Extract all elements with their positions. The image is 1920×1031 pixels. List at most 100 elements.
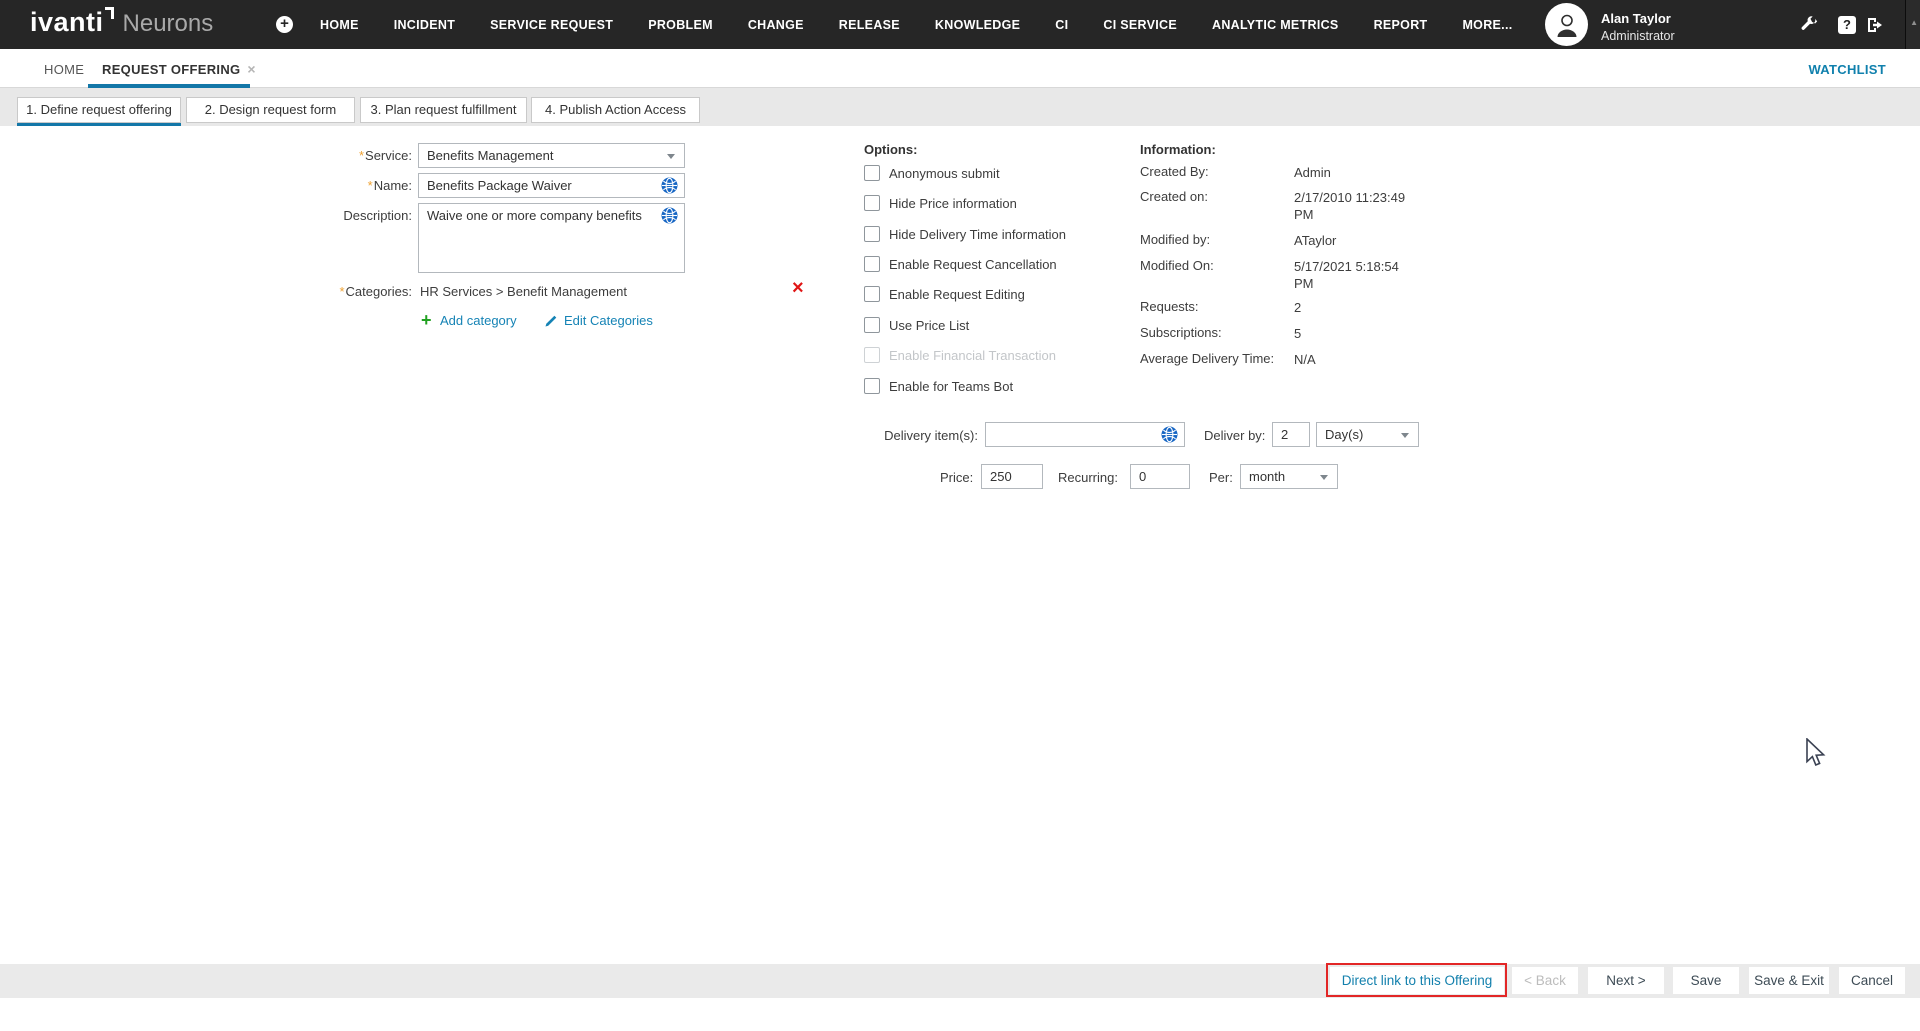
categories-value: HR Services > Benefit Management	[420, 284, 627, 299]
step-tab-design[interactable]: 2. Design request form	[186, 97, 355, 123]
name-label-text: Name:	[374, 178, 412, 193]
chevron-down-icon[interactable]	[1320, 475, 1328, 480]
scroll-up-icon[interactable]: ▲	[1910, 18, 1918, 27]
edit-pencil-icon[interactable]	[544, 314, 558, 328]
nav-home[interactable]: HOME	[320, 18, 359, 32]
nav-service-request[interactable]: SERVICE REQUEST	[490, 18, 613, 32]
add-category-plus-icon[interactable]: +	[421, 311, 432, 329]
brand-ivanti: ivanti	[30, 7, 104, 38]
categories-label-text: Categories:	[346, 284, 412, 299]
required-marker: *	[359, 148, 364, 163]
description-label-text: Description:	[343, 208, 412, 223]
recurring-input[interactable]	[1130, 464, 1190, 489]
info-created-by-label: Created By:	[1140, 164, 1209, 179]
option-anonymous-submit: Anonymous submit	[864, 165, 1000, 181]
information-title: Information:	[1140, 142, 1216, 157]
translate-globe-icon[interactable]	[661, 177, 678, 194]
scrollbar-track[interactable]: ▲	[1905, 0, 1920, 49]
delivery-items-label: Delivery item(s):	[838, 428, 978, 443]
close-icon[interactable]: ×	[247, 61, 255, 77]
delivery-items-input[interactable]	[985, 422, 1185, 447]
option-label: Enable Request Editing	[889, 287, 1025, 302]
description-value: Waive one or more company benefits	[427, 208, 642, 223]
nav-more[interactable]: MORE...	[1462, 18, 1512, 32]
option-financial-transaction: Enable Financial Transaction	[864, 347, 1056, 363]
chevron-down-icon[interactable]	[1401, 433, 1409, 438]
info-modified-by-value: ATaylor	[1294, 232, 1429, 249]
option-hide-price: Hide Price information	[864, 195, 1017, 211]
checkbox[interactable]	[864, 378, 880, 394]
cancel-button[interactable]: Cancel	[1839, 967, 1905, 994]
tab-request-offering[interactable]: REQUEST OFFERING ×	[102, 61, 256, 77]
step-tab-publish[interactable]: 4. Publish Action Access	[531, 97, 700, 123]
price-input[interactable]	[981, 464, 1043, 489]
app-window: ivanti Neurons + HOME INCIDENT SERVICE R…	[0, 0, 1920, 1031]
step-tab-define[interactable]: 1. Define request offering	[17, 97, 181, 123]
name-label: *Name:	[272, 178, 412, 193]
user-avatar[interactable]	[1545, 3, 1588, 46]
per-dropdown[interactable]: month	[1240, 464, 1338, 489]
tab-request-offering-label: REQUEST OFFERING	[102, 62, 240, 77]
remove-category-icon[interactable]: ×	[792, 278, 804, 298]
options-title: Options:	[864, 142, 917, 157]
info-modified-on-value: 5/17/2021 5:18:54 PM	[1294, 258, 1416, 292]
add-workspace-icon[interactable]: +	[276, 16, 293, 33]
option-label: Anonymous submit	[889, 166, 1000, 181]
deliver-unit-dropdown[interactable]: Day(s)	[1316, 422, 1419, 447]
help-icon[interactable]: ?	[1838, 16, 1856, 34]
workspace-tab-bar: HOME REQUEST OFFERING × WATCHLIST	[0, 49, 1920, 88]
service-label: *Service:	[272, 148, 412, 163]
service-dropdown[interactable]: Benefits Management	[418, 143, 685, 168]
save-button[interactable]: Save	[1673, 967, 1739, 994]
translate-globe-icon[interactable]	[1161, 426, 1178, 443]
checkbox[interactable]	[864, 256, 880, 272]
nav-release[interactable]: RELEASE	[839, 18, 900, 32]
brand-neurons: Neurons	[123, 10, 214, 38]
person-icon	[1552, 10, 1582, 40]
option-enable-editing: Enable Request Editing	[864, 286, 1025, 302]
required-marker: *	[368, 178, 373, 193]
chevron-down-icon[interactable]	[667, 154, 675, 159]
info-requests-label: Requests:	[1140, 299, 1199, 314]
option-label: Enable Financial Transaction	[889, 348, 1056, 363]
nav-analytic-metrics[interactable]: ANALYTIC METRICS	[1212, 18, 1339, 32]
define-request-offering-panel: *Service: *Name: Description: *Categorie…	[0, 126, 1920, 964]
deliver-by-input[interactable]	[1272, 422, 1310, 447]
direct-link-button[interactable]: Direct link to this Offering	[1330, 967, 1504, 994]
option-label: Enable Request Cancellation	[889, 257, 1057, 272]
settings-wrench-icon[interactable]	[1799, 15, 1818, 34]
tab-home[interactable]: HOME	[44, 62, 84, 77]
step-tab-plan[interactable]: 3. Plan request fulfillment	[360, 97, 527, 123]
name-input[interactable]	[418, 173, 685, 198]
nav-change[interactable]: CHANGE	[748, 18, 804, 32]
save-exit-button[interactable]: Save & Exit	[1749, 967, 1829, 994]
info-avg-delivery-value: N/A	[1294, 351, 1429, 368]
per-label: Per:	[1209, 470, 1233, 485]
nav-knowledge[interactable]: KNOWLEDGE	[935, 18, 1020, 32]
nav-ci-service[interactable]: CI SERVICE	[1103, 18, 1177, 32]
watchlist-link[interactable]: WATCHLIST	[1808, 62, 1886, 77]
logout-icon[interactable]	[1866, 16, 1885, 35]
description-label: Description:	[272, 208, 412, 223]
description-textarea[interactable]: Waive one or more company benefits	[418, 203, 685, 273]
checkbox[interactable]	[864, 195, 880, 211]
checkbox[interactable]	[864, 226, 880, 242]
nav-problem[interactable]: PROBLEM	[648, 18, 713, 32]
option-label: Hide Price information	[889, 196, 1017, 211]
nav-incident[interactable]: INCIDENT	[394, 18, 455, 32]
checkbox[interactable]	[864, 165, 880, 181]
next-button[interactable]: Next >	[1588, 967, 1664, 994]
deliver-by-label: Deliver by:	[1204, 428, 1265, 443]
nav-report[interactable]: REPORT	[1374, 18, 1428, 32]
checkbox[interactable]	[864, 286, 880, 302]
user-role: Administrator	[1601, 29, 1675, 43]
back-button: < Back	[1512, 967, 1578, 994]
info-subscriptions-label: Subscriptions:	[1140, 325, 1222, 340]
option-label: Hide Delivery Time information	[889, 227, 1066, 242]
checkbox[interactable]	[864, 317, 880, 333]
add-category-link[interactable]: Add category	[440, 313, 517, 328]
nav-ci[interactable]: CI	[1055, 18, 1068, 32]
edit-categories-link[interactable]: Edit Categories	[564, 313, 653, 328]
translate-globe-icon[interactable]	[661, 207, 678, 224]
recurring-label: Recurring:	[1058, 470, 1118, 485]
